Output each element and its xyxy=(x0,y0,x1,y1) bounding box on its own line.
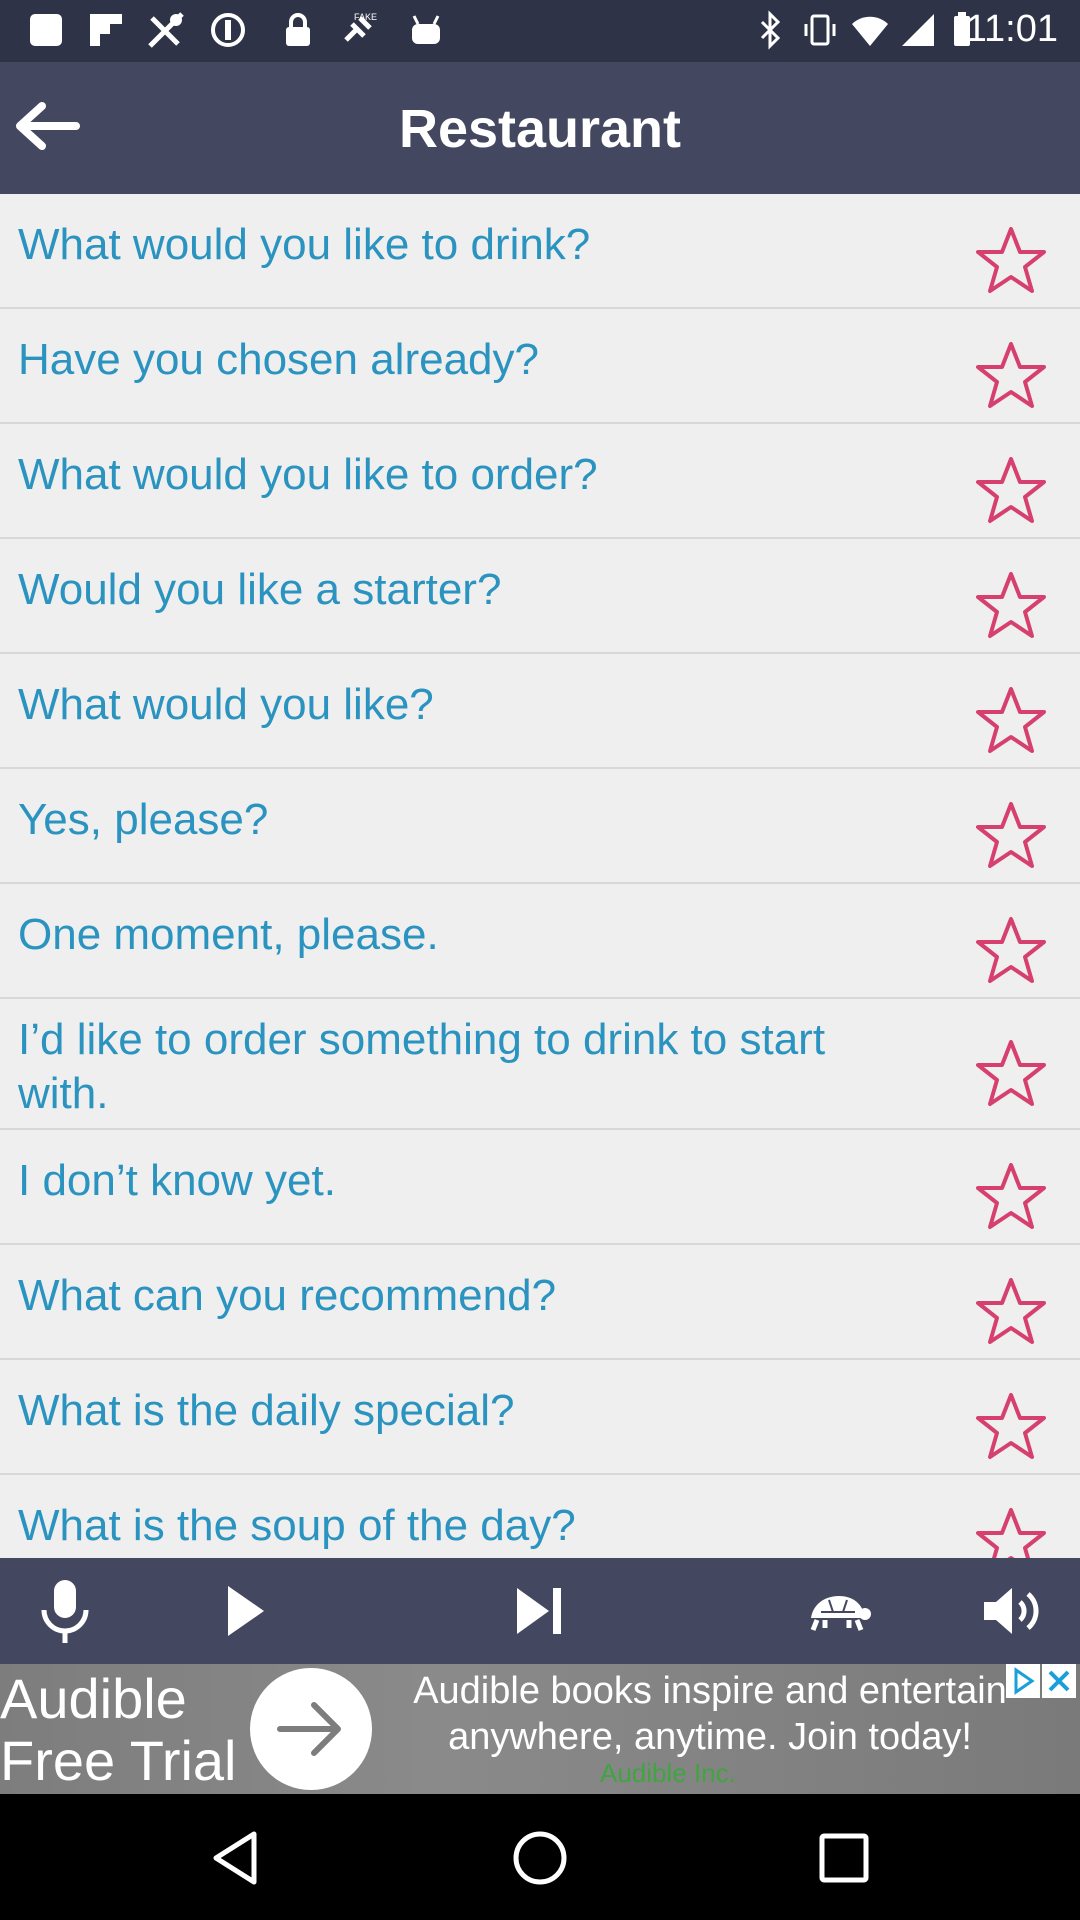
data-saver-icon xyxy=(211,13,245,47)
volume-icon[interactable] xyxy=(978,1576,1048,1646)
favorite-star-icon[interactable] xyxy=(974,1161,1048,1231)
phrase-row[interactable]: One moment, please. xyxy=(0,884,1080,999)
clock: 11:01 xyxy=(965,8,1058,50)
phrase-list[interactable]: What would you like to drink? Have you ch… xyxy=(0,194,1080,1558)
phrase-text: One moment, please. xyxy=(18,910,439,959)
favorite-star-icon[interactable] xyxy=(974,1276,1048,1346)
back-triangle-icon[interactable] xyxy=(206,1828,266,1888)
phrase-text: What is the soup of the day? xyxy=(18,1501,576,1550)
close-icon[interactable] xyxy=(1042,1664,1076,1698)
favorite-star-icon[interactable] xyxy=(974,1391,1048,1461)
maps-icon xyxy=(148,12,184,48)
favorite-star-icon[interactable] xyxy=(974,800,1048,870)
favorite-star-icon[interactable] xyxy=(974,1506,1048,1558)
phrase-row[interactable]: Yes, please? xyxy=(0,769,1080,884)
favorite-star-icon[interactable] xyxy=(974,340,1048,410)
favorite-star-icon[interactable] xyxy=(974,915,1048,985)
ad-brand: Audible Free Trial xyxy=(0,1667,237,1792)
ad-choices-icon[interactable] xyxy=(1006,1664,1040,1698)
ad-advertiser: Audible Inc. xyxy=(600,1758,736,1788)
page-title: Restaurant xyxy=(398,99,682,159)
phrase-text: Yes, please? xyxy=(18,795,269,844)
phrase-text: What can you recommend? xyxy=(18,1271,557,1320)
square-icon xyxy=(30,14,62,46)
microphone-icon[interactable] xyxy=(30,1576,100,1646)
phrase-text: What would you like to order? xyxy=(18,450,598,499)
favorite-star-icon[interactable] xyxy=(974,1038,1048,1108)
vibrate-icon xyxy=(804,14,836,46)
favorite-star-icon[interactable] xyxy=(974,225,1048,295)
recents-square-icon[interactable] xyxy=(814,1828,874,1888)
phrase-text: I don’t know yet. xyxy=(18,1156,336,1205)
lock-icon xyxy=(286,13,310,46)
phrase-row[interactable]: I’d like to order something to drink to … xyxy=(0,999,1080,1130)
skip-next-icon[interactable] xyxy=(505,1576,575,1646)
status-bar: FAKE 11:01 xyxy=(0,0,1080,62)
phrase-text: What would you like to drink? xyxy=(18,220,591,269)
fake-gps-icon: FAKE xyxy=(344,12,377,42)
signal-icon xyxy=(902,14,934,46)
turtle-icon[interactable] xyxy=(803,1576,873,1646)
phrase-row[interactable]: Have you chosen already? xyxy=(0,309,1080,424)
home-circle-icon[interactable] xyxy=(510,1828,570,1888)
phrase-row[interactable]: I don’t know yet. xyxy=(0,1130,1080,1245)
bluetooth-icon xyxy=(760,10,781,50)
system-nav-bar xyxy=(0,1794,1080,1920)
ad-banner[interactable]: Audible Free Trial Audible books inspire… xyxy=(0,1664,1080,1794)
svg-text:FAKE: FAKE xyxy=(354,12,377,22)
phrase-row[interactable]: What is the soup of the day? xyxy=(0,1475,1080,1558)
phrase-row[interactable]: What would you like to order? xyxy=(0,424,1080,539)
phrase-text: I’d like to order something to drink to … xyxy=(18,1015,826,1118)
app-bar: Restaurant xyxy=(0,62,1080,194)
phrase-row[interactable]: What would you like to drink? xyxy=(0,194,1080,309)
phrase-text: Have you chosen already? xyxy=(18,335,539,384)
audio-toolbar xyxy=(0,1558,1080,1664)
android-icon xyxy=(412,15,440,44)
wifi-icon xyxy=(852,16,888,46)
phrase-text: What would you like? xyxy=(18,680,434,729)
arrow-right-icon[interactable] xyxy=(250,1668,372,1790)
phrase-text: Would you like a starter? xyxy=(18,565,502,614)
phrase-row[interactable]: What would you like? xyxy=(0,654,1080,769)
phrase-row[interactable]: Would you like a starter? xyxy=(0,539,1080,654)
ad-description: Audible books inspire and entertain anyw… xyxy=(413,1670,1007,1758)
phrase-text: What is the daily special? xyxy=(18,1386,515,1435)
phrase-row[interactable]: What is the daily special? xyxy=(0,1360,1080,1475)
phrase-row[interactable]: What can you recommend? xyxy=(0,1245,1080,1360)
play-icon[interactable] xyxy=(208,1576,278,1646)
flipboard-icon xyxy=(90,14,122,46)
favorite-star-icon[interactable] xyxy=(974,570,1048,640)
favorite-star-icon[interactable] xyxy=(974,685,1048,755)
favorite-star-icon[interactable] xyxy=(974,455,1048,525)
